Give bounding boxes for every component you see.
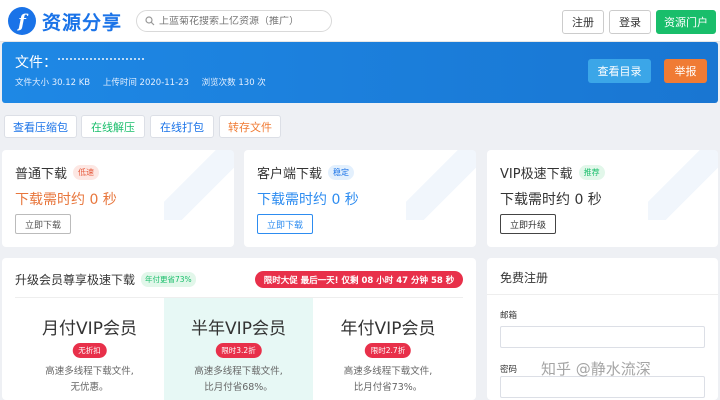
file-name-redacted bbox=[58, 58, 144, 64]
discount-badge: 无折扣 bbox=[72, 343, 107, 358]
search-input[interactable] bbox=[159, 15, 329, 27]
card-title: 客户端下载 bbox=[257, 167, 323, 182]
savings-badge: 年付更省73% bbox=[141, 272, 196, 287]
site-logo[interactable]: f 资源分享 bbox=[8, 6, 122, 36]
view-directory-button[interactable]: 查看目录 bbox=[588, 59, 651, 83]
file-meta: 文件大小 30.12 KB 上传时间 2020-11-23 浏览次数 130 次 bbox=[15, 76, 276, 88]
logo-icon: f bbox=[8, 7, 36, 35]
promo-countdown-banner: 限时大促 最后一天! 仅剩 08 小时 47 分钟 58 秒 bbox=[255, 271, 463, 288]
discount-badge: 限时3.2折 bbox=[215, 343, 262, 358]
resource-portal-button[interactable]: 资源门户 bbox=[656, 10, 716, 34]
logo-text: 资源分享 bbox=[42, 11, 123, 34]
plan-description: 高速多线程下载文件, 比月付省68%。 bbox=[194, 366, 283, 393]
register-title: 免费注册 bbox=[500, 271, 549, 285]
file-size: 文件大小 30.12 KB bbox=[15, 78, 91, 88]
plan-name: 半年VIP会员 bbox=[191, 319, 286, 339]
register-button[interactable]: 注册 bbox=[562, 10, 604, 34]
vip-upgrade-panel: 升级会员尊享极速下载 年付更省73% 限时大促 最后一天! 仅剩 08 小时 4… bbox=[2, 258, 476, 400]
password-label: 密码 bbox=[500, 365, 518, 375]
divider bbox=[487, 294, 718, 295]
client-download-button[interactable]: 立即下载 bbox=[257, 214, 313, 234]
normal-download-button[interactable]: 立即下载 bbox=[15, 214, 71, 234]
search-icon bbox=[145, 16, 155, 26]
stable-badge: 稳定 bbox=[328, 165, 355, 180]
login-button[interactable]: 登录 bbox=[609, 10, 651, 34]
download-time: 下载需时约 0 秒 bbox=[15, 192, 117, 208]
plan-description: 高速多线程下载文件, 无优惠。 bbox=[45, 366, 134, 393]
password-field[interactable] bbox=[500, 376, 705, 398]
recommended-badge: 推荐 bbox=[578, 165, 605, 180]
email-field[interactable] bbox=[500, 326, 705, 348]
top-navigation-bar: f 资源分享 注册 登录 资源门户 bbox=[0, 0, 720, 42]
discount-badge: 限时2.7折 bbox=[364, 343, 412, 358]
plan-name: 月付VIP会员 bbox=[42, 319, 137, 339]
view-count: 浏览次数 130 次 bbox=[201, 78, 266, 88]
file-label: 文件： bbox=[15, 55, 57, 71]
transfer-file-button[interactable]: 转存文件 bbox=[219, 115, 281, 138]
download-time: 下载需时约 0 秒 bbox=[257, 192, 359, 208]
search-box[interactable] bbox=[136, 10, 332, 32]
plan-name: 年付VIP会员 bbox=[340, 319, 436, 339]
view-archive-button[interactable]: 查看压缩包 bbox=[4, 115, 77, 138]
upgrade-button[interactable]: 立即升级 bbox=[500, 214, 556, 234]
plan-half-year[interactable]: 半年VIP会员 限时3.2折 高速多线程下载文件, 比月付省68%。 bbox=[164, 298, 313, 400]
download-time: 下载需时约 0 秒 bbox=[500, 192, 602, 208]
report-button[interactable]: 举报 bbox=[664, 59, 707, 83]
speed-badge: 低速 bbox=[73, 165, 100, 180]
vip-panel-title: 升级会员尊享极速下载 bbox=[15, 273, 136, 287]
plan-yearly[interactable]: 年付VIP会员 限时2.7折 高速多线程下载文件, 比月付省73%。 bbox=[313, 298, 463, 400]
online-pack-button[interactable]: 在线打包 bbox=[150, 115, 214, 138]
normal-download-card: 普通下载 低速 下载需时约 0 秒 立即下载 bbox=[2, 150, 234, 247]
plan-description: 高速多线程下载文件, 比月付省73%。 bbox=[343, 366, 433, 393]
plan-monthly[interactable]: 月付VIP会员 无折扣 高速多线程下载文件, 无优惠。 bbox=[15, 298, 164, 400]
card-title: 普通下载 bbox=[15, 167, 68, 182]
online-unzip-button[interactable]: 在线解压 bbox=[81, 115, 145, 138]
email-label: 邮箱 bbox=[500, 311, 518, 321]
client-download-card: 客户端下载 稳定 下载需时约 0 秒 立即下载 bbox=[244, 150, 476, 247]
zhihu-watermark: 知乎 @静水流深 bbox=[541, 360, 651, 378]
upload-time: 上传时间 2020-11-23 bbox=[102, 78, 189, 88]
card-title: VIP极速下载 bbox=[500, 167, 573, 182]
vip-download-card: VIP极速下载 推荐 下载需时约 0 秒 立即升级 bbox=[487, 150, 718, 247]
